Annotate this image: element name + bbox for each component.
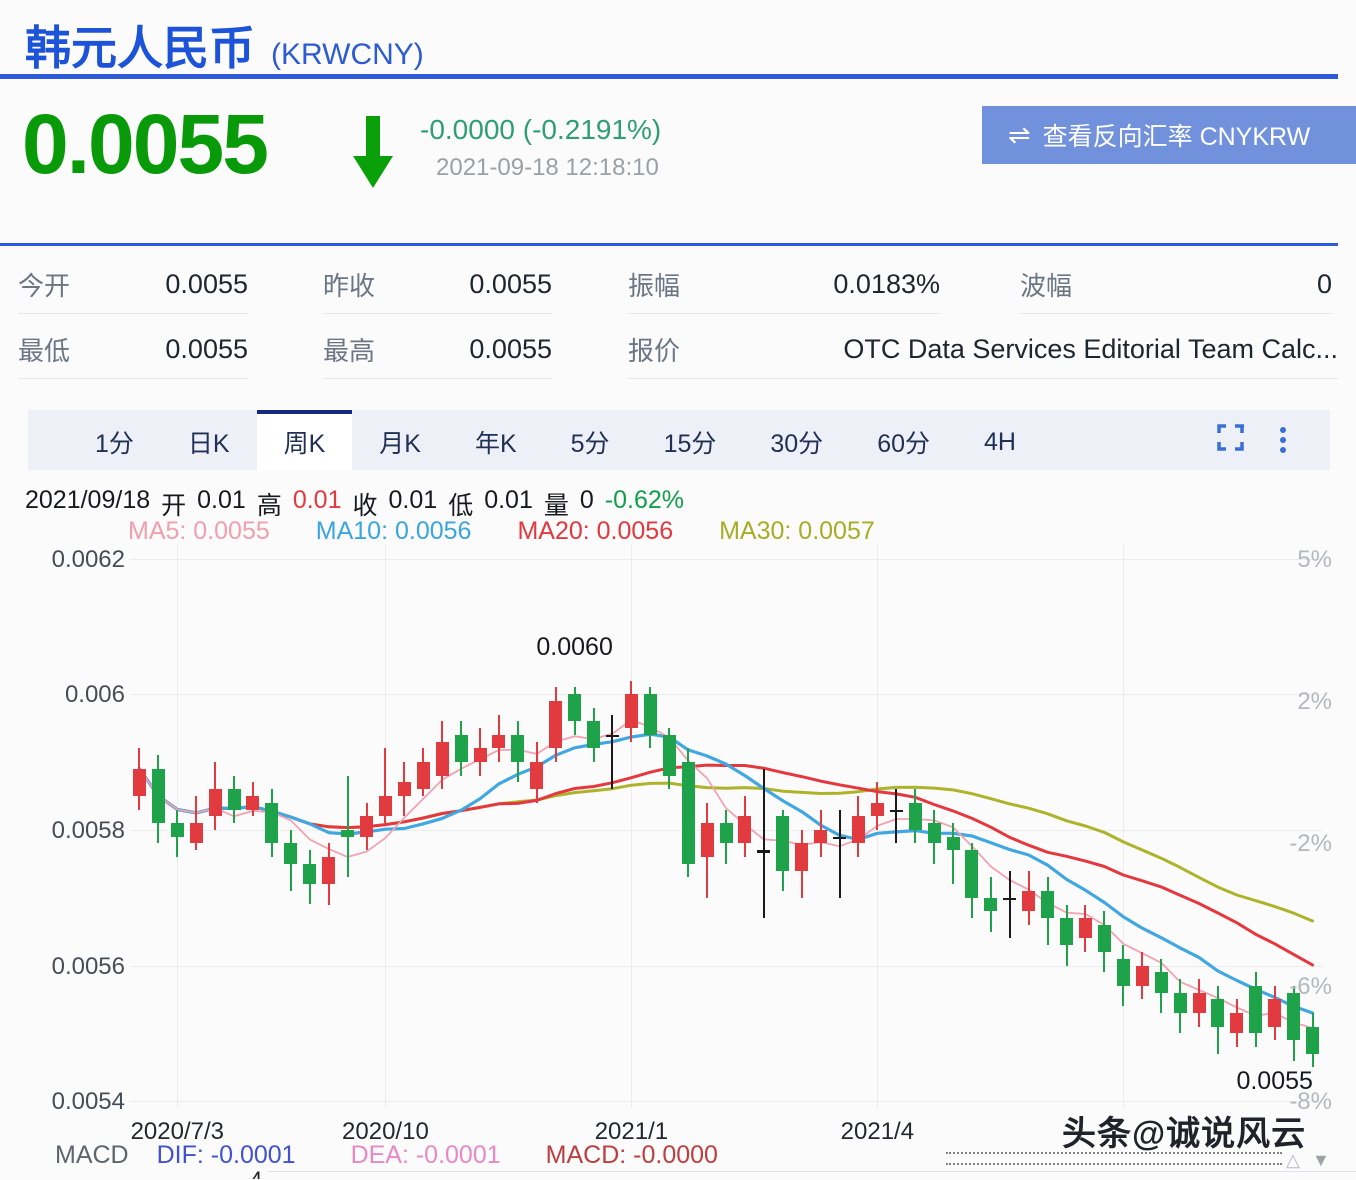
candle	[303, 864, 316, 884]
candle	[133, 769, 146, 796]
candle	[284, 843, 297, 863]
candle	[1287, 993, 1300, 1040]
krwcny-quote-page: 韩元人民币 (KRWCNY) 0.0055 -0.0000 (-0.2191%)…	[0, 0, 1356, 1180]
candle	[322, 857, 335, 884]
candle	[1098, 925, 1111, 952]
macd-part: MACD	[55, 1141, 129, 1170]
candle	[1155, 972, 1168, 992]
candle	[984, 898, 997, 912]
candle	[701, 823, 714, 857]
candle	[663, 735, 676, 776]
candle	[1174, 993, 1187, 1013]
candle	[265, 803, 278, 844]
candle	[360, 816, 373, 836]
candle	[1079, 918, 1092, 938]
macd-part: MACD: -0.0000	[546, 1141, 718, 1170]
scroll-down-icon[interactable]: ▼	[1312, 1150, 1330, 1171]
macd-summary-row: MACD DIF: -0.0001 DEA: -0.0001 MACD: -0.000…	[55, 1141, 718, 1170]
candle	[1306, 1027, 1319, 1054]
bottom-divider	[268, 1171, 1356, 1172]
candle	[890, 810, 903, 813]
candle	[757, 850, 770, 853]
candle	[738, 816, 751, 843]
candle	[568, 694, 581, 721]
candle	[341, 830, 354, 837]
watermark-dots	[946, 1152, 1282, 1154]
scroll-up-icon[interactable]: △	[1286, 1150, 1300, 1171]
candle	[909, 803, 922, 830]
candle	[436, 742, 449, 776]
candle-wick	[347, 776, 349, 878]
candle	[776, 816, 789, 870]
candle	[511, 735, 524, 762]
candle	[1211, 999, 1224, 1026]
candle	[1268, 999, 1281, 1026]
candle	[1003, 898, 1016, 901]
candle	[1230, 1013, 1243, 1033]
candle	[549, 701, 562, 748]
watermark-text: 头条@诚说风云	[1062, 1106, 1306, 1155]
candle	[947, 837, 960, 851]
candle-wick	[952, 823, 954, 884]
candle	[1117, 959, 1130, 986]
macd-part: DEA: -0.0001	[351, 1141, 501, 1170]
candle-wick	[839, 810, 841, 898]
candle	[625, 694, 638, 728]
candle	[852, 816, 865, 843]
macd-part: DIF: -0.0001	[157, 1141, 296, 1170]
candle	[246, 796, 259, 810]
candle	[152, 769, 165, 823]
candle	[398, 782, 411, 796]
candle	[587, 721, 600, 748]
candle	[1136, 966, 1149, 986]
candle	[795, 843, 808, 870]
candle-wick	[1009, 871, 1011, 939]
candle	[209, 789, 222, 816]
candle	[682, 762, 695, 864]
candle	[928, 823, 941, 843]
candle	[1022, 891, 1035, 911]
candle	[455, 735, 468, 762]
candle	[965, 850, 978, 897]
candle	[871, 803, 884, 817]
candle-wick	[763, 769, 765, 918]
candle	[228, 789, 241, 809]
candle-wick	[611, 715, 613, 790]
candle	[1060, 918, 1073, 945]
candle	[171, 823, 184, 837]
candle	[814, 830, 827, 844]
candle	[379, 796, 392, 816]
candle	[474, 748, 487, 762]
candle	[190, 823, 203, 843]
candle	[530, 762, 543, 789]
candle	[606, 735, 619, 738]
candlestick-chart[interactable]	[0, 0, 1356, 1180]
candle	[720, 823, 733, 843]
candle	[644, 694, 657, 735]
watermark-dots	[946, 1163, 1282, 1165]
candle	[417, 762, 430, 789]
candle-wick	[895, 789, 897, 843]
clipped-scale-digit: 4	[250, 1167, 262, 1179]
candle	[833, 837, 846, 840]
candle	[492, 735, 505, 749]
candle	[1041, 891, 1054, 918]
candle	[1193, 993, 1206, 1013]
candle	[1249, 986, 1262, 1033]
